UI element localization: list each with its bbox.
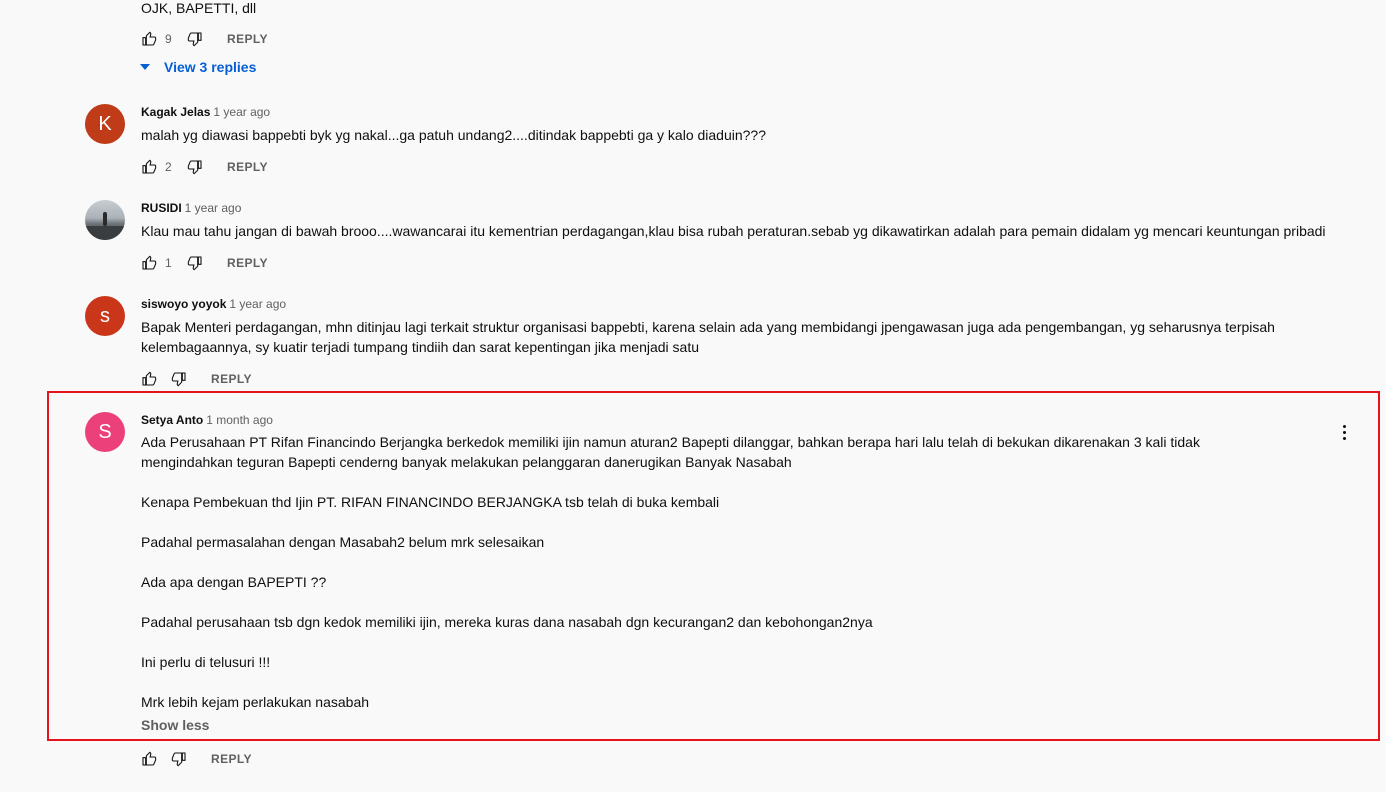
kebab-dot (1342, 436, 1346, 440)
comment-body: Kagak Jelas 1 year ago malah yg diawasi b… (141, 103, 1326, 145)
thumb-down-icon[interactable] (171, 371, 187, 387)
comment-body: Setya Anto 1 month ago Ada Perusahaan PT … (141, 411, 1290, 712)
comment-text-line: Klau mau tahu jangan di bawah brooo....w… (141, 223, 1326, 239)
comment-actions: 1 REPLY (141, 251, 268, 275)
caret-down-icon (140, 64, 150, 70)
thumb-down-icon[interactable] (171, 751, 187, 767)
thumb-down-icon[interactable] (187, 255, 203, 271)
avatar[interactable]: s (85, 296, 125, 336)
thumb-down-icon[interactable] (187, 31, 203, 47)
comment-header: RUSIDI 1 year ago (141, 199, 1326, 217)
like-count: 9 (165, 32, 172, 46)
comment-text: Ada Perusahaan PT Rifan Financindo Berja… (141, 432, 1290, 712)
comment-text-line: Bapak Menteri perdagangan, mhn ditinjau … (141, 319, 1275, 335)
comment-actions: 9 REPLY (141, 27, 268, 51)
comment-paragraph: Ini perlu di telusuri !!! (141, 654, 271, 670)
comments-page: OJK, BAPETTI, dll 9 REPLY View 3 replies… (0, 0, 1386, 792)
comment-author[interactable]: RUSIDI (141, 201, 182, 215)
comment-paragraph: Padahal perusahaan tsb dgn kedok memilik… (141, 614, 873, 630)
reply-button[interactable]: REPLY (211, 372, 252, 386)
kebab-dot (1342, 424, 1346, 428)
view-replies-label: View 3 replies (164, 59, 257, 75)
comment-time[interactable]: 1 year ago (185, 201, 242, 215)
comment-header: Setya Anto 1 month ago (141, 411, 1290, 429)
comment-author[interactable]: siswoyo yoyok (141, 297, 226, 311)
avatar-letter: s (100, 305, 110, 327)
thumb-up-icon[interactable] (141, 159, 157, 175)
avatar-letter: S (98, 421, 112, 443)
comment-actions: REPLY (141, 747, 252, 771)
comment-time[interactable]: 1 month ago (206, 413, 273, 427)
view-replies-button[interactable]: View 3 replies (138, 57, 256, 77)
thumb-up-icon[interactable] (141, 31, 157, 47)
thumb-up-icon[interactable] (141, 255, 157, 271)
thumb-up-icon[interactable] (141, 371, 157, 387)
comment-text: malah yg diawasi bappebti byk yg nakal..… (141, 125, 1326, 145)
comment-header: siswoyo yoyok 1 year ago (141, 295, 1326, 313)
comment-time[interactable]: 1 year ago (213, 105, 270, 119)
thumb-up-icon[interactable] (141, 751, 157, 767)
show-less-button[interactable]: Show less (141, 717, 209, 733)
reply-button[interactable]: REPLY (227, 160, 268, 174)
like-count: 2 (165, 160, 172, 174)
like-count: 1 (165, 256, 172, 270)
comment-time[interactable]: 1 year ago (229, 297, 286, 311)
kebab-dot (1342, 430, 1346, 434)
avatar[interactable] (85, 200, 125, 240)
comment-text-line: kelembagaannya, sy kuatir terjadi tumpan… (141, 339, 700, 355)
comment-actions: 2 REPLY (141, 155, 268, 179)
avatar-photo-figure (103, 212, 107, 226)
avatar[interactable]: S (85, 412, 125, 452)
comment-header: Kagak Jelas 1 year ago (141, 103, 1326, 121)
avatar[interactable]: K (85, 104, 125, 144)
comment-text-line: malah yg diawasi bappebti byk yg nakal..… (141, 127, 767, 143)
comment-text: Bapak Menteri perdagangan, mhn ditinjau … (141, 317, 1326, 357)
comment-paragraph: Ada Perusahaan PT Rifan Financindo Berja… (141, 434, 1200, 470)
comment-body: siswoyo yoyok 1 year ago Bapak Menteri pe… (141, 295, 1326, 357)
more-actions-icon[interactable] (1334, 422, 1354, 442)
avatar-letter: K (98, 113, 112, 135)
reply-button[interactable]: REPLY (227, 32, 268, 46)
comment-paragraph: Ada apa dengan BAPEPTI ?? (141, 574, 327, 590)
comment-paragraph: Mrk lebih kejam perlakukan nasabah (141, 694, 370, 710)
comment-text-line: OJK, BAPETTI, dll (141, 0, 257, 16)
comment-actions: REPLY (141, 367, 252, 391)
avatar-photo-ground (85, 226, 125, 240)
comment-author[interactable]: Kagak Jelas (141, 105, 210, 119)
comment-author[interactable]: Setya Anto (141, 413, 203, 427)
reply-button[interactable]: REPLY (211, 752, 252, 766)
thumb-down-icon[interactable] (187, 159, 203, 175)
reply-button[interactable]: REPLY (227, 256, 268, 270)
comment-paragraph: Padahal permasalahan dengan Masabah2 bel… (141, 534, 545, 550)
comment-paragraph: Kenapa Pembekuan thd Ijin PT. RIFAN FINA… (141, 494, 720, 510)
comment-text: Klau mau tahu jangan di bawah brooo....w… (141, 221, 1326, 241)
comment-body: RUSIDI 1 year ago Klau mau tahu jangan di… (141, 199, 1326, 241)
comment-text: OJK, BAPETTI, dll (141, 0, 256, 18)
